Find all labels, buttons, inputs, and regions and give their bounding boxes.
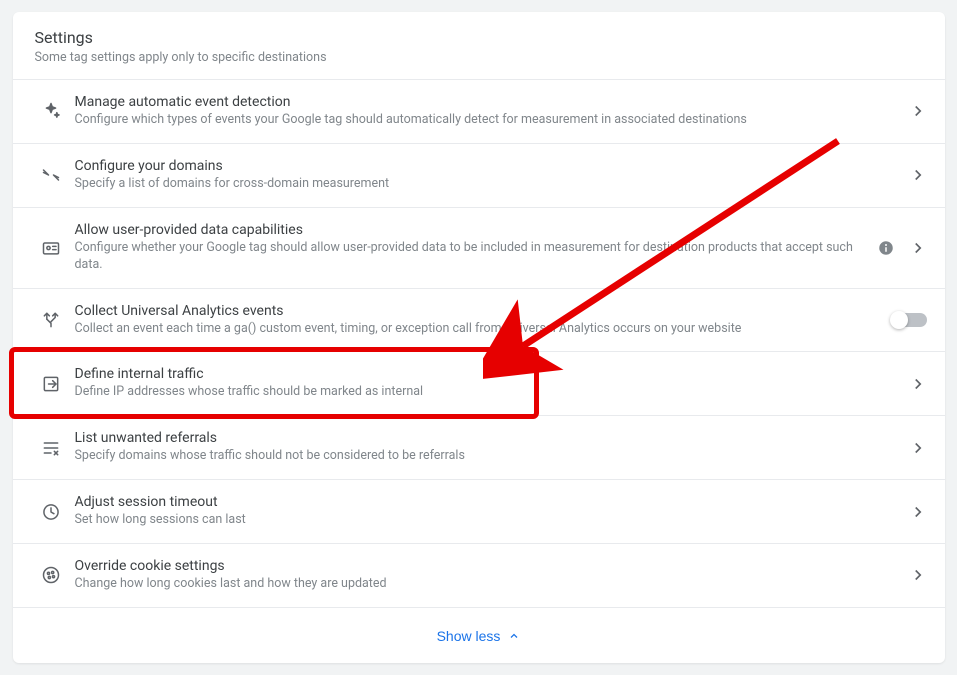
chevron-right-icon [909,102,927,120]
list-x-icon [31,438,71,458]
settings-footer: Show less [13,607,945,663]
chevron-up-icon [508,630,520,642]
row-title: Override cookie settings [75,558,897,574]
row-body: Configure your domains Specify a list of … [71,158,909,193]
chevron-right-icon [909,503,927,521]
row-actions [909,503,927,521]
row-desc: Set how long sessions can last [75,512,897,529]
settings-row-allow-user-provided-data-capabilities[interactable]: Allow user-provided data capabilities Con… [13,207,945,288]
row-desc: Specify a list of domains for cross-doma… [75,176,897,193]
row-actions [909,439,927,457]
settings-row-manage-automatic-event-detection[interactable]: Manage automatic event detection Configur… [13,79,945,143]
sparkle-icon [31,101,71,121]
row-title: Adjust session timeout [75,494,897,510]
row-desc: Collect an event each time a ga() custom… [75,321,879,338]
row-desc: Configure whether your Google tag should… [75,240,865,274]
show-less-label: Show less [437,628,501,644]
show-less-button[interactable]: Show less [437,628,521,644]
row-desc: Configure which types of events your Goo… [75,112,897,129]
row-title: Define internal traffic [75,366,897,382]
settings-row-define-internal-traffic[interactable]: Define internal traffic Define IP address… [13,351,945,415]
login-icon [31,374,71,394]
row-body: Override cookie settings Change how long … [71,558,909,593]
header-subtitle: Some tag settings apply only to specific… [35,50,923,65]
settings-header: Settings Some tag settings apply only to… [13,12,945,79]
info-icon[interactable] [877,239,895,257]
settings-row-configure-your-domains[interactable]: Configure your domains Specify a list of … [13,143,945,207]
row-actions [909,375,927,393]
row-actions [909,102,927,120]
settings-row-list-unwanted-referrals[interactable]: List unwanted referrals Specify domains w… [13,415,945,479]
row-actions [909,566,927,584]
arrows-converge-icon [31,165,71,185]
row-title: Manage automatic event detection [75,94,897,110]
row-body: Allow user-provided data capabilities Con… [71,222,877,274]
branch-icon [31,310,71,330]
row-body: Adjust session timeout Set how long sessi… [71,494,909,529]
chevron-right-icon [909,375,927,393]
header-title: Settings [35,28,923,47]
row-desc: Specify domains whose traffic should not… [75,448,897,465]
settings-card: Settings Some tag settings apply only to… [13,12,945,663]
row-title: Allow user-provided data capabilities [75,222,865,238]
row-body: Define internal traffic Define IP address… [71,366,909,401]
id-card-icon [31,238,71,258]
row-desc: Define IP addresses whose traffic should… [75,384,897,401]
settings-row-override-cookie-settings[interactable]: Override cookie settings Change how long … [13,543,945,607]
row-title: Collect Universal Analytics events [75,303,879,319]
clock-icon [31,502,71,522]
chevron-right-icon [909,239,927,257]
row-body: List unwanted referrals Specify domains w… [71,430,909,465]
chevron-right-icon [909,439,927,457]
row-actions [909,166,927,184]
row-title: List unwanted referrals [75,430,897,446]
toggle-switch[interactable] [891,313,927,327]
chevron-right-icon [909,566,927,584]
settings-row-adjust-session-timeout[interactable]: Adjust session timeout Set how long sessi… [13,479,945,543]
cookie-icon [31,565,71,585]
row-actions [891,313,927,327]
row-body: Manage automatic event detection Configur… [71,94,909,129]
row-actions [877,239,927,257]
chevron-right-icon [909,166,927,184]
settings-row-collect-universal-analytics-events[interactable]: Collect Universal Analytics events Collec… [13,288,945,352]
row-body: Collect Universal Analytics events Collec… [71,303,891,338]
row-desc: Change how long cookies last and how the… [75,576,897,593]
row-title: Configure your domains [75,158,897,174]
